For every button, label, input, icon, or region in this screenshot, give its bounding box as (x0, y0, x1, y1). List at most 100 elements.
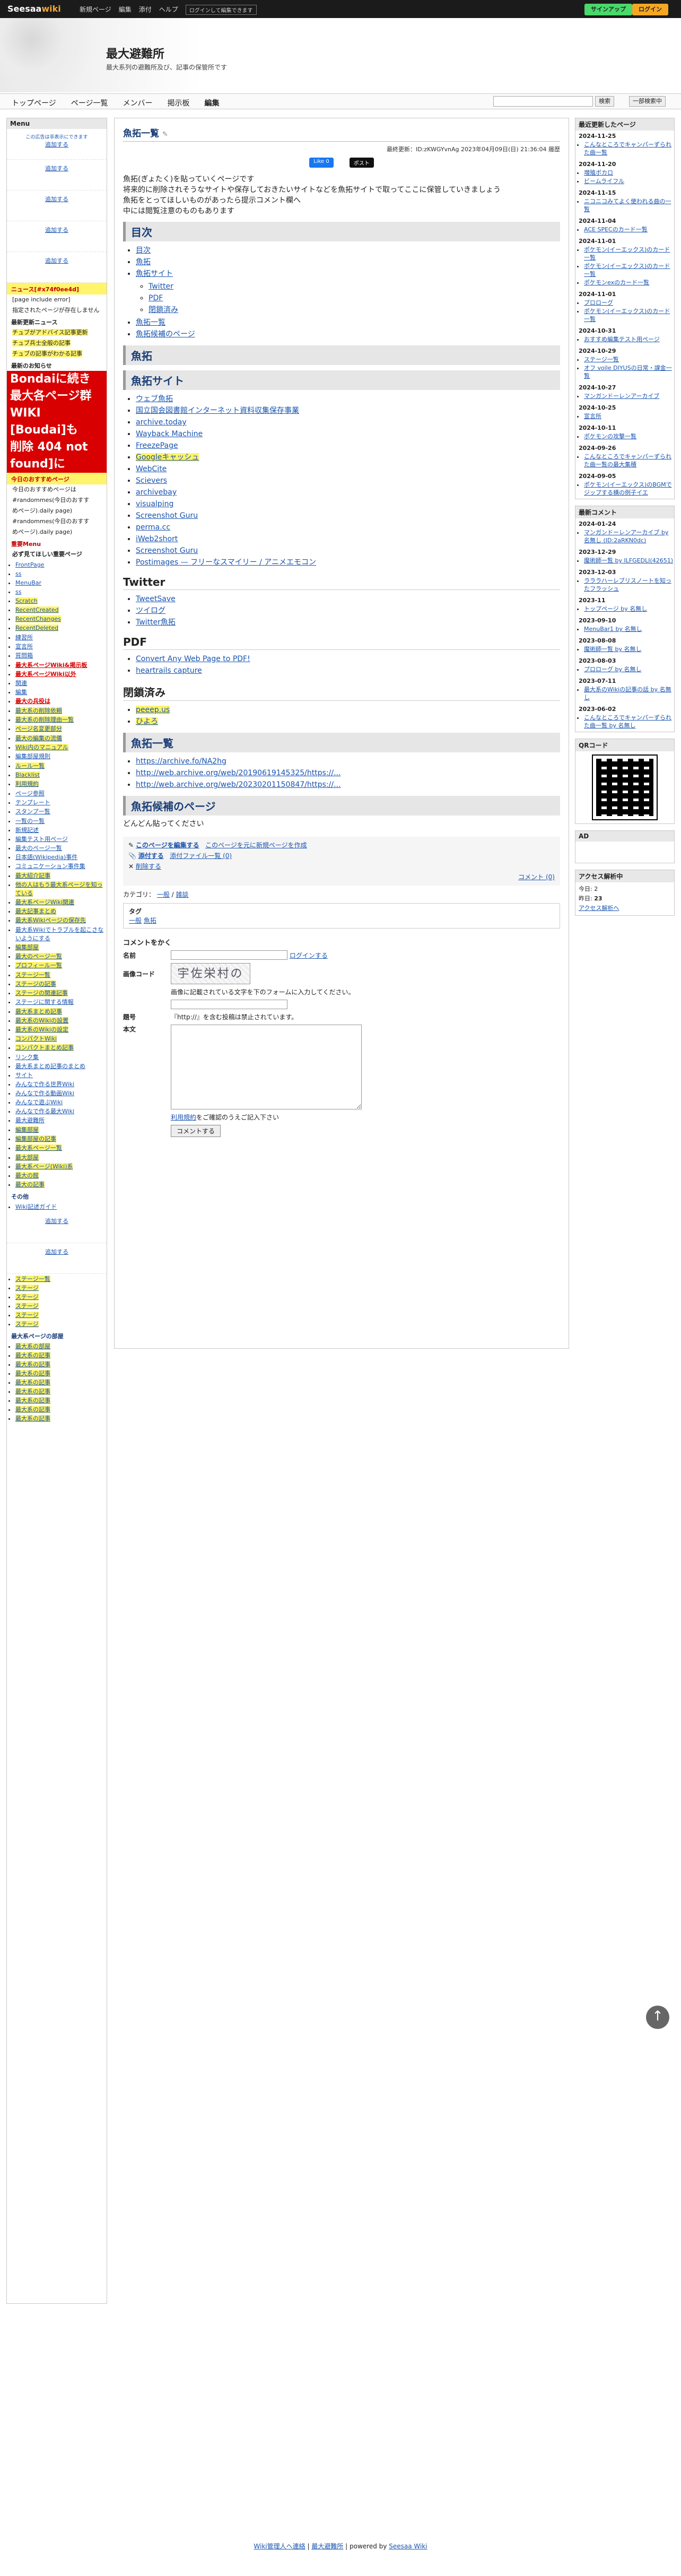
delete-link[interactable]: 削除する (136, 863, 161, 870)
toc-link[interactable]: 魚拓サイト (136, 270, 173, 278)
menu-link[interactable]: 最大系のWikiの設定 (15, 1026, 69, 1033)
menu-link[interactable]: みんなで作る最大Wiki (15, 1108, 74, 1115)
menu-link[interactable]: 新規記述 (15, 827, 39, 834)
pdf-link[interactable]: Convert Any Web Page to PDF! (136, 655, 250, 663)
seesaa-logo[interactable]: Seesaawiki (7, 3, 70, 15)
login-link[interactable]: ログインする (290, 951, 328, 960)
site-link[interactable]: Screenshot Guru (136, 511, 198, 520)
menu-link[interactable]: ステージ一覧 (15, 972, 50, 978)
menu-link[interactable]: 最大系の記事 (15, 1388, 50, 1395)
menu-link[interactable]: 最大記事まとめ (15, 908, 56, 915)
menu-link[interactable]: 最大系ページWiki以外 (15, 671, 76, 678)
menu-link[interactable]: ルール一覧 (15, 762, 45, 769)
menu-link[interactable]: テンプレート (15, 799, 50, 806)
recent-page-link[interactable]: 増殖ボカロ (584, 169, 613, 176)
name-input[interactable] (171, 950, 287, 960)
menu-link[interactable]: ステージ (15, 1312, 39, 1319)
menu-link[interactable]: スタンプ一覧 (15, 808, 50, 815)
edit-menu[interactable]: 編集 (119, 5, 132, 15)
body-textarea[interactable] (171, 1025, 362, 1109)
recent-page-link[interactable]: ポケモンの攻撃一覧 (584, 433, 636, 440)
update-link[interactable]: チュブの記事がわかる記事 (12, 350, 82, 357)
site-link[interactable]: WebCite (136, 465, 167, 473)
menu-link[interactable]: リンク集 (15, 1054, 39, 1061)
closed-link[interactable]: peeep.us (136, 706, 170, 714)
help-menu[interactable]: ヘルプ (159, 5, 178, 15)
recent-page-link[interactable]: ニコニコみてよく使われる曲の一覧 (584, 198, 671, 213)
recent-page-link[interactable]: ステージ一覧 (584, 356, 619, 363)
menu-link[interactable]: 最大系の記事 (15, 1406, 50, 1413)
ad-hide-text[interactable]: この広告は非表示にできます (7, 133, 107, 140)
site-link[interactable]: perma.cc (136, 523, 170, 532)
attach-list-link[interactable]: 添付ファイル一覧 (0) (170, 852, 232, 860)
menu-link[interactable]: ss (15, 588, 21, 595)
login-button[interactable]: ログイン (632, 4, 668, 15)
site-link[interactable]: Wayback Machine (136, 430, 203, 438)
menu-link[interactable]: 最大系の削除理由一覧 (15, 716, 74, 723)
menu-link[interactable]: ステージ (15, 1321, 39, 1328)
tag-link[interactable]: 一般 (129, 917, 142, 924)
menu-link[interactable]: RecentCreated (15, 606, 59, 613)
menu-link[interactable]: 最大のページ一覧 (15, 953, 62, 960)
recent-page-link[interactable]: ビームライフル (584, 178, 624, 185)
menu-link[interactable]: 最大紹介記事 (15, 872, 50, 879)
pdf-link[interactable]: heartrails capture (136, 666, 202, 675)
recent-comment-link[interactable]: こんなところでキャンパーずられた曲一覧 by 名無し (584, 714, 671, 729)
toc-link[interactable]: Twitter (149, 282, 173, 291)
closed-link[interactable]: ひよろ (136, 717, 158, 726)
toc-link[interactable]: 魚拓候補のページ (136, 330, 195, 339)
edit-page-link[interactable]: このページを編集する (136, 842, 199, 849)
menu-link[interactable]: 最大部屋 (15, 1154, 39, 1161)
edit-pencil-icon[interactable]: ✎ (162, 131, 168, 138)
menu-link[interactable]: RecentDeleted (15, 625, 59, 631)
menu-link[interactable]: 最大の記事 (15, 1181, 45, 1188)
menu-link[interactable]: 編集部屋規則 (15, 753, 50, 760)
menu-link[interactable]: ステージに関する情報 (15, 999, 74, 1005)
menu-link[interactable]: Blacklist (15, 771, 40, 778)
menu-link[interactable]: 最大系の部屋 (15, 1343, 50, 1350)
menu-link[interactable]: 最大系まとめ記事のまとめ (15, 1063, 85, 1070)
menu-link[interactable]: 質問箱 (15, 652, 33, 659)
recent-page-link[interactable]: ポケモンexのカード一覧 (584, 279, 649, 286)
menu-link[interactable]: 最大系の記事 (15, 1379, 50, 1386)
menu-link[interactable]: ページ参照 (15, 790, 45, 797)
menu-link[interactable]: Scratch (15, 597, 38, 604)
menu-link[interactable]: 最大系の削除依頼 (15, 707, 62, 714)
menu-link[interactable]: 最大系のWikiの設置 (15, 1017, 69, 1024)
add-link[interactable]: 追加する (45, 196, 68, 203)
menu-link[interactable]: 編集 (15, 689, 27, 696)
site-link[interactable]: Screenshot Guru (136, 547, 198, 555)
add-link[interactable]: 追加する (45, 1248, 68, 1255)
add-link[interactable]: 追加する (45, 141, 68, 148)
menu-link[interactable]: ページ名変更部分 (15, 725, 62, 732)
category-link[interactable]: 雑談 (176, 891, 189, 898)
menu-link[interactable]: ステージの記事 (15, 981, 56, 987)
recent-comment-link[interactable]: 魔術師一覧 by ILFGEDLI(42651) (584, 557, 673, 564)
menu-link[interactable]: RecentChanges (15, 615, 61, 622)
captcha-input[interactable] (171, 1000, 287, 1009)
add-link[interactable]: 追加する (45, 227, 68, 233)
menu-link[interactable]: 最大系Wikiでトラブルを起こさないようにする (15, 926, 103, 942)
menu-link[interactable]: 最大系ページ(Wiki)系 (15, 1163, 73, 1170)
toc-link[interactable]: 目次 (136, 246, 151, 255)
recent-page-link[interactable]: ACE SPECのカード一覧 (584, 226, 648, 233)
menu-link[interactable]: 最大系Wikiページの保存先 (15, 917, 86, 924)
menu-link[interactable]: みんなで遊ぶWiki (15, 1099, 63, 1106)
menu-link[interactable]: 最大の編集の流儀 (15, 735, 62, 742)
nav-bbs[interactable]: 掲示板 (167, 98, 189, 108)
category-link[interactable]: 一般 (157, 891, 170, 898)
menu-link[interactable]: サイト (15, 1072, 33, 1079)
recent-comment-link[interactable]: MenuBar1 by 名無し (584, 626, 642, 632)
menu-link[interactable]: 編集部屋 (15, 1126, 39, 1133)
contact-admin-link[interactable]: Wiki管理人へ連絡 (254, 2543, 305, 2550)
add-link[interactable]: 追加する (45, 257, 68, 264)
menu-link[interactable]: 最大系の記事 (15, 1415, 50, 1422)
menu-link[interactable]: 練習所 (15, 634, 33, 641)
recent-page-link[interactable]: マンガンドーレンアーカイブ (584, 393, 659, 400)
new-from-page-link[interactable]: このページを元に新規ページを作成 (205, 842, 307, 849)
menu-link[interactable]: コンパクトWiki (15, 1035, 57, 1042)
menu-link[interactable]: 編集部屋 (15, 944, 39, 951)
recent-page-link[interactable]: こんなところでキャンパーずられた曲一覧 (584, 141, 671, 156)
toc-link[interactable]: 魚拓 (136, 258, 151, 266)
twitter-link[interactable]: TweetSave (136, 595, 176, 603)
